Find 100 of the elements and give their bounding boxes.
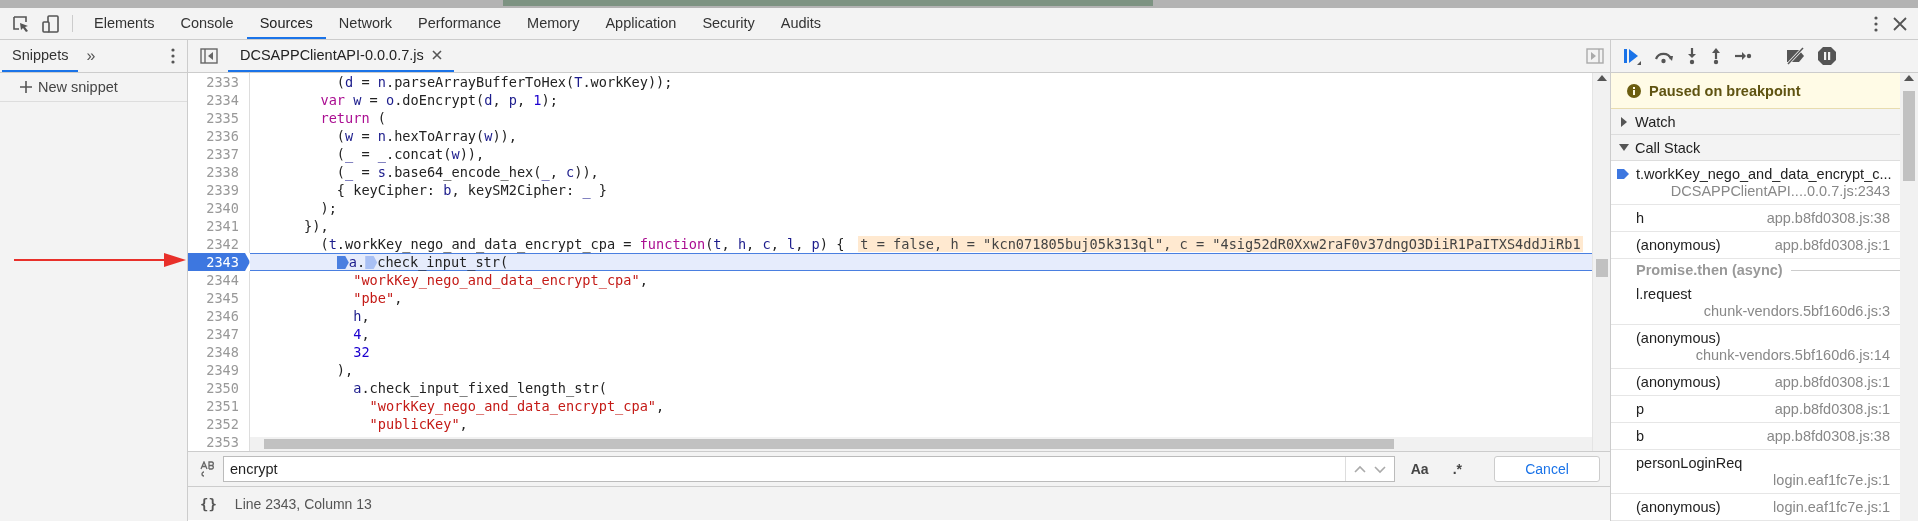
code-line: h,: [352, 307, 371, 325]
frame-location: chunk-vendors.5bf160d6.js:14: [1695, 347, 1890, 364]
frame-location: chunk-vendors.5bf160d6.js:3: [1703, 303, 1890, 320]
scrollbar-thumb[interactable]: [264, 439, 1394, 449]
match-options-icon[interactable]: [200, 461, 215, 477]
frame-location: app.b8fd0308.js:1: [1774, 401, 1890, 418]
cancel-button[interactable]: Cancel: [1494, 456, 1600, 482]
section-header[interactable]: Watch: [1611, 109, 1900, 135]
panel-tab[interactable]: Audits: [767, 8, 835, 39]
search-field[interactable]: encrypt: [223, 456, 1395, 482]
panel-tab[interactable]: Network: [325, 8, 406, 39]
code-line: );: [319, 199, 338, 217]
frame-name: p: [1636, 401, 1645, 418]
paused-message: Paused on breakpoint: [1649, 82, 1801, 99]
sidebar-toggle-icon[interactable]: [200, 48, 218, 64]
code-line: "workKey_nego_and_data_encrypt_cpa",: [368, 397, 666, 415]
frame-name: personLoginReq: [1636, 455, 1743, 472]
frame-name: t.workKey_nego_and_data_encrypt_c...: [1636, 166, 1892, 183]
code-line: return (: [319, 109, 387, 127]
panel-tab[interactable]: Performance: [405, 8, 515, 39]
debugger-toggle-icon[interactable]: [1586, 48, 1604, 64]
code-text: check_input_str(: [377, 254, 509, 270]
frame-location: login.eaf1fc7e.js:1: [1773, 499, 1890, 516]
frame-location: login.eaf1fc7e.js:1: [1773, 472, 1890, 489]
code-line: (d = n.parseArrayBufferToHex(T.workKey));: [335, 73, 674, 91]
code-line: var w = o.doEncrypt(d, p, 1);: [319, 91, 559, 109]
code-line: { keyCipher: b, keySM2Cipher: _ }: [335, 181, 608, 199]
frame-name: b: [1636, 428, 1645, 445]
code-line: "publicKey",: [368, 415, 469, 433]
inspect-icon[interactable]: [12, 14, 30, 33]
navigator-tab[interactable]: Snippets: [2, 40, 79, 72]
code-line: 32: [352, 343, 371, 361]
call-frame[interactable]: (anonymous) app.b8fd0308.js:1: [1611, 232, 1900, 259]
device-icon[interactable]: [42, 14, 60, 33]
regex-button[interactable]: .*: [1444, 461, 1470, 477]
scrollbar-thumb[interactable]: [1595, 259, 1608, 277]
section-header[interactable]: Call Stack: [1611, 135, 1900, 161]
pretty-print-button[interactable]: {}: [200, 495, 217, 512]
frame-location: app.b8fd0308.js:1: [1774, 237, 1890, 254]
call-frame[interactable]: b app.b8fd0308.js:38: [1611, 423, 1900, 450]
async-label: Promise.then (async): [1636, 262, 1783, 278]
resume-icon[interactable]: [1623, 46, 1642, 66]
frame-name: (anonymous): [1636, 330, 1721, 347]
code-line: "pbe",: [352, 289, 404, 307]
frame-location: app.b8fd0308.js:38: [1766, 210, 1890, 227]
code-line: (w = n.hexToArray(w)),: [335, 127, 518, 145]
collapsed-triangle-icon[interactable]: [1619, 116, 1629, 127]
panel-tab[interactable]: Application: [592, 8, 690, 39]
code-line: (_ = _.concat(w)),: [335, 145, 486, 163]
scrollbar[interactable]: [1900, 73, 1918, 521]
inline-breakpoint-marker[interactable]: [336, 256, 349, 269]
close-icon[interactable]: [1892, 15, 1908, 32]
inline-values: t = false, h = "kcn071805buj05k313ql", c = "4sig52dR0Xxw2raF0v37dngO3DiiR1PaITXS4ddJiRb1: [858, 236, 1583, 252]
inline-breakpoint-marker[interactable]: [365, 256, 378, 269]
line-number[interactable]: 2343: [188, 253, 250, 271]
step-out-icon[interactable]: [1710, 47, 1722, 65]
frame-location: DCSAPPClientAPI....0.0.7.js:2343: [1670, 183, 1890, 200]
code-line: 4,: [352, 325, 371, 343]
panel-tab[interactable]: Security: [689, 8, 768, 39]
call-frame[interactable]: p app.b8fd0308.js:1: [1611, 396, 1900, 423]
scrollbar-thumb[interactable]: [1903, 91, 1915, 181]
frame-name: (anonymous): [1636, 237, 1721, 254]
code-line: "workKey_nego_and_data_encrypt_cpa",: [352, 271, 649, 289]
step-into-icon[interactable]: [1686, 47, 1698, 65]
expanded-triangle-icon[interactable]: [1619, 142, 1629, 153]
code-text: (t.workKey_nego_and_data_encrypt_cpa = function(t, h, c, l, p) {: [319, 236, 845, 252]
step-icon[interactable]: [1734, 49, 1752, 63]
search-input[interactable]: encrypt: [224, 461, 1345, 477]
current-frame-arrow-icon[interactable]: [1617, 168, 1629, 180]
panel-tab[interactable]: Elements: [81, 8, 168, 39]
plus-icon[interactable]: [20, 81, 32, 93]
frame-name: h: [1636, 210, 1645, 227]
call-frame[interactable]: (anonymous) app.b8fd0308.js:1: [1611, 369, 1900, 396]
info-icon[interactable]: [1627, 83, 1641, 98]
call-frame[interactable]: h app.b8fd0308.js:38: [1611, 205, 1900, 232]
scrollbar[interactable]: [250, 437, 1592, 451]
frame-location: app.b8fd0308.js:38: [1766, 428, 1890, 445]
deactivate-breakpoints-icon[interactable]: [1785, 46, 1805, 66]
frame-name: l.request: [1636, 286, 1692, 303]
frame-location: app.b8fd0308.js:1: [1774, 374, 1890, 391]
more-menu-icon[interactable]: [171, 47, 175, 65]
frame-name: (anonymous): [1636, 499, 1721, 516]
pause-on-exceptions-icon[interactable]: [1817, 46, 1837, 66]
cursor-position: Line 2343, Column 13: [234, 495, 372, 512]
new-snippet-button[interactable]: New snippet: [0, 73, 187, 102]
close-icon[interactable]: [431, 50, 442, 60]
panel-tab[interactable]: Memory: [514, 8, 593, 39]
more-menu-icon[interactable]: [1874, 14, 1878, 33]
code-line: a.check_input_fixed_length_str(: [352, 379, 608, 397]
code-text: .: [357, 254, 366, 270]
call-frame[interactable]: (anonymous) login.eaf1fc7e.js:1: [1611, 494, 1900, 521]
frame-name: (anonymous): [1636, 374, 1721, 391]
scrollbar[interactable]: [1592, 73, 1610, 451]
more-tabs-button[interactable]: »: [78, 40, 104, 72]
code-text: a: [348, 254, 358, 270]
file-tab[interactable]: DCSAPPClientAPI-0.0.0.7.js: [228, 40, 454, 72]
code-line: ),: [335, 361, 355, 379]
code-line: (_ = s.base64_encode_hex(_, c)),: [335, 163, 600, 181]
match-case-button[interactable]: Aa: [1402, 461, 1437, 477]
panel-tab[interactable]: Console: [167, 8, 247, 39]
